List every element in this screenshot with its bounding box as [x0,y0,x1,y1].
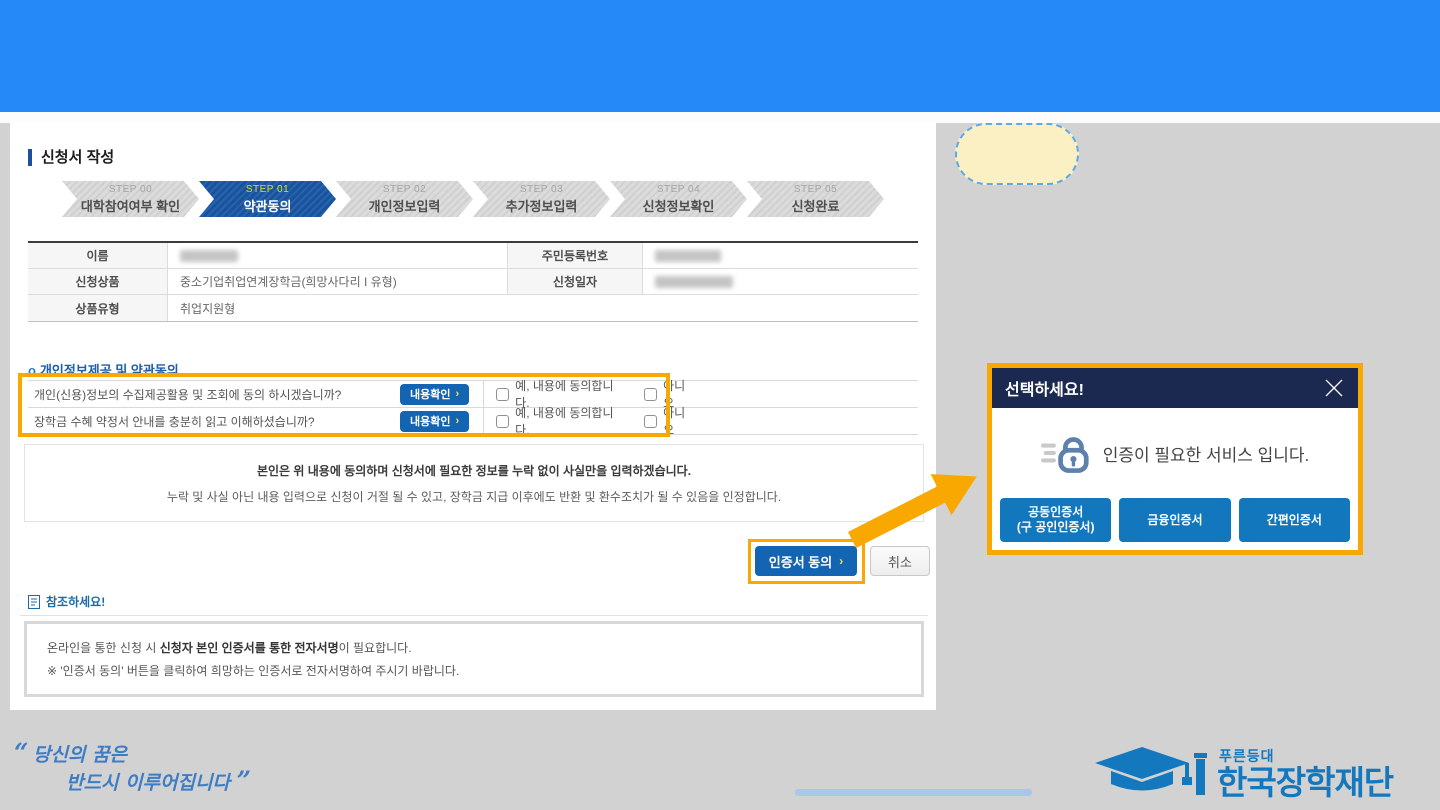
view-terms-button[interactable]: 내용확인 › [400,384,469,405]
bottom-accent-bar [795,789,1032,796]
step-00: STEP 00 대학참여여부 확인 [62,181,199,217]
popup-message: 인증이 필요한 서비스 입니다. [1103,441,1310,466]
page-title: 신청서 작성 [28,149,114,166]
kosaf-logo: 푸른등대 한국장학재단 [1095,737,1393,799]
agree-checkbox[interactable] [496,388,509,401]
graduation-cap-icon [1095,737,1207,799]
consent-question: 장학금 수혜 약정서 안내를 충분히 읽고 이해하셨습니까? [28,413,400,430]
type-value: 취업지원형 [168,295,918,321]
redacted-callout-pill [955,123,1079,185]
close-icon[interactable] [1323,377,1345,399]
simple-certificate-button[interactable]: 간편인증서 [1239,498,1350,542]
joint-certificate-button[interactable]: 공동인증서 (구 공인인증서) [1000,498,1111,542]
logo-subtitle: 푸른등대 [1219,749,1393,763]
date-value [643,269,918,295]
logo-text: 푸른등대 한국장학재단 [1217,749,1393,799]
view-terms-button[interactable]: 내용확인 › [400,411,469,432]
logo-title: 한국장학재단 [1217,766,1393,799]
chevron-right-icon: › [839,554,843,568]
name-label: 이름 [28,243,168,269]
bullet-icon: o [28,363,36,378]
consent-section-title: o개인정보제공 및 약관동의 [28,360,179,379]
document-icon [28,595,40,609]
disagree-checkbox[interactable] [644,415,657,428]
product-label: 신청상품 [28,269,168,295]
product-value: 중소기업취업연계장학금(희망사다리 I 유형) [168,269,508,295]
consent-question: 개인(신용)정보의 수집제공활용 및 조회에 동의 하시겠습니까? [28,386,400,403]
step-04: STEP 04 신청정보확인 [610,181,747,217]
step-01-active: STEP 01 약관동의 [199,181,336,217]
rrn-value [643,243,918,269]
financial-certificate-button[interactable]: 금융인증서 [1119,498,1230,542]
reference-divider [20,615,928,616]
application-form-panel: 신청서 작성 STEP 00 대학참여여부 확인 STEP 01 약관동의 ST… [10,123,936,710]
popup-title: 선택하세요! [1005,376,1084,400]
banner-divider [0,112,1440,123]
consent-rows: 개인(신용)정보의 수집제공활용 및 조회에 동의 하시겠습니까? 내용확인 ›… [28,380,918,435]
certificate-agree-button[interactable]: 인증서 동의 › [755,546,857,576]
declaration-line1: 본인은 위 내용에 동의하며 신청서에 필요한 정보를 누락 없이 사실만을 입… [25,462,923,479]
redacted-rrn [655,250,721,262]
consent-row-pledge: 장학금 수혜 약정서 안내를 충분히 읽고 이해하셨습니까? 내용확인 › 예,… [28,408,918,435]
disagree-label: 아니오 [663,404,695,438]
open-quote-icon: “ [14,738,26,767]
reference-note-box: 온라인을 통한 신청 시 신청자 본인 인증서를 통한 전자서명이 필요합니다.… [24,621,924,697]
top-banner [0,0,1440,112]
date-label: 신청일자 [508,269,643,295]
step-02: STEP 02 개인정보입력 [336,181,473,217]
chevron-right-icon: › [455,389,459,400]
popup-header: 선택하세요! [992,368,1358,408]
step-05: STEP 05 신청완료 [747,181,884,217]
redacted-name [180,250,238,262]
slogan: “ 당신의 꿈은 반드시 이루어집니다 ” [14,740,249,796]
consent-options: 예, 내용에 동의합니다. 아니오 [483,408,695,434]
applicant-info-table: 이름 주민등록번호 신청상품 중소기업취업연계장학금(희망사다리 I 유형) 신… [28,241,918,322]
redacted-date [655,276,733,288]
type-label: 상품유형 [28,295,168,321]
name-value [168,243,508,269]
agree-label: 예, 내용에 동의합니다. [515,404,624,438]
reference-line1: 온라인을 통한 신청 시 신청자 본인 인증서를 통한 전자서명이 필요합니다. [47,639,901,656]
close-quote-icon: ” [237,766,249,795]
declaration-box: 본인은 위 내용에 동의하며 신청서에 필요한 정보를 누락 없이 사실만을 입… [24,444,924,522]
consent-row-privacy: 개인(신용)정보의 수집제공활용 및 조회에 동의 하시겠습니까? 내용확인 ›… [28,381,918,408]
step-03: STEP 03 추가정보입력 [473,181,610,217]
lock-icon [1041,427,1091,479]
popup-body: 인증이 필요한 서비스 입니다. [992,408,1358,498]
popup-actions: 공동인증서 (구 공인인증서) 금융인증서 간편인증서 [992,498,1358,550]
reference-title: 참조하세요! [28,593,105,610]
certificate-select-popup: 선택하세요! 인증이 필요한 서비스 입니다. 공동인증서 (구 공인인증서) … [987,363,1363,555]
chevron-right-icon: › [455,416,459,427]
declaration-line2: 누락 및 사실 아닌 내용 입력으로 신청이 거절 될 수 있고, 장학금 지급… [25,488,923,505]
reference-line2: ※ '인증서 동의' 버튼을 클릭하여 희망하는 인증서로 전자서명하여 주시기… [47,662,901,679]
step-indicator: STEP 00 대학참여여부 확인 STEP 01 약관동의 STEP 02 개… [62,181,884,217]
agree-checkbox[interactable] [496,415,509,428]
rrn-label: 주민등록번호 [508,243,643,269]
disagree-checkbox[interactable] [644,388,657,401]
